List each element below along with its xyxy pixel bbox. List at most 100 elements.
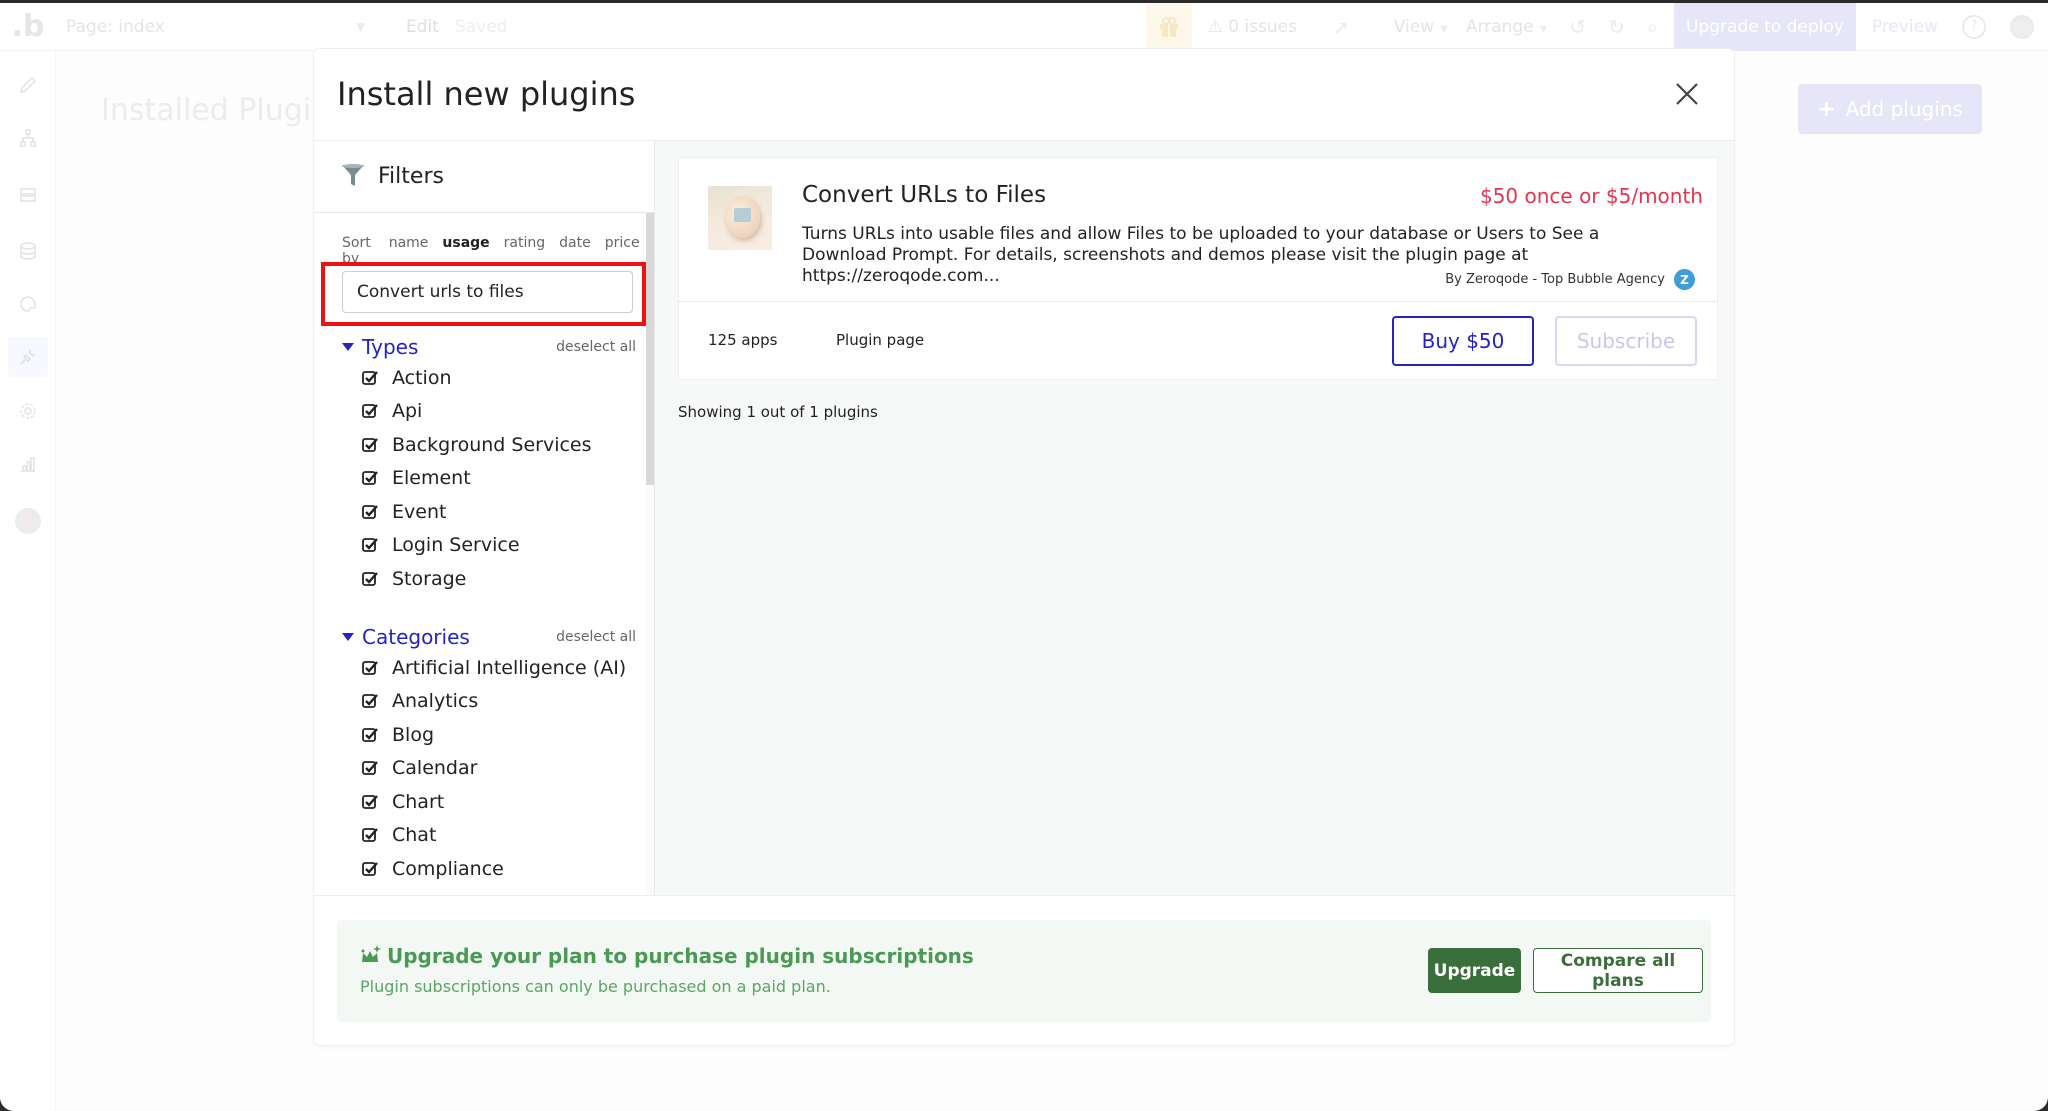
redo-icon[interactable]: ↻ [1608, 15, 1625, 39]
chevron-down-icon: ▼ [1440, 23, 1448, 35]
app-window: .b Page: index ▼ Edit Saved ⚠ 0 issues ➚… [0, 3, 2048, 1111]
cursor-icon[interactable]: ➚ [1333, 15, 1350, 39]
plugin-search-input[interactable] [342, 271, 633, 313]
sort-option-date[interactable]: date [559, 235, 591, 267]
filters-title: Filters [378, 164, 444, 189]
checkbox-checked-icon[interactable] [362, 370, 378, 386]
results-panel: Convert URLs to Files $50 once or $5/mon… [655, 141, 1734, 895]
sort-by-label: Sort by [342, 235, 371, 267]
plugin-page-link[interactable]: Plugin page [836, 331, 924, 349]
filter-option-label: Element [392, 467, 471, 490]
left-sidebar [0, 51, 56, 1111]
filters-body: Sort by name usage rating date price Typ… [314, 213, 646, 895]
types-group-header[interactable]: Types deselect all [342, 333, 636, 361]
checkbox-checked-icon[interactable] [362, 660, 378, 676]
filter-option[interactable]: Action [342, 361, 636, 395]
chevron-down-icon: ▼ [1539, 23, 1548, 35]
edit-menu[interactable]: Edit [406, 17, 439, 37]
close-icon[interactable] [1674, 81, 1700, 107]
checkbox-checked-icon[interactable] [362, 760, 378, 776]
filter-option-label: Chart [392, 790, 445, 813]
checkbox-checked-icon[interactable] [362, 571, 378, 587]
chevron-down-icon[interactable]: ▼ [356, 20, 396, 34]
filter-option[interactable]: Blog [342, 718, 636, 752]
checkbox-checked-icon[interactable] [362, 470, 378, 486]
checkbox-checked-icon[interactable] [362, 693, 378, 709]
avatar-icon[interactable] [8, 501, 48, 541]
filter-option[interactable]: Login Service [342, 529, 636, 563]
sort-option-usage[interactable]: usage [442, 235, 489, 267]
page-selector[interactable]: Page: index [56, 17, 356, 37]
categories-deselect-all-link[interactable]: deselect all [556, 629, 636, 645]
filter-option-label: Blog [392, 723, 434, 746]
filter-option-label: Compliance [392, 857, 504, 880]
upgrade-to-deploy-button[interactable]: Upgrade to deploy [1674, 3, 1856, 51]
filter-option[interactable]: Element [342, 462, 636, 496]
filter-option[interactable]: Artificial Intelligence (AI) [342, 651, 636, 685]
filter-option[interactable]: Analytics [342, 685, 636, 719]
filter-option[interactable]: Calendar [342, 752, 636, 786]
upgrade-banner-title: Upgrade your plan to purchase plugin sub… [387, 944, 974, 968]
bubble-logo[interactable]: .b [0, 9, 56, 44]
checkbox-checked-icon[interactable] [362, 537, 378, 553]
filter-option[interactable]: Chart [342, 785, 636, 819]
checkbox-checked-icon[interactable] [362, 827, 378, 843]
filter-option[interactable]: Event [342, 495, 636, 529]
checkbox-checked-icon[interactable] [362, 504, 378, 520]
pencil-icon[interactable] [8, 65, 48, 105]
palette-icon[interactable] [8, 284, 48, 324]
add-plugins-button[interactable]: + Add plugins [1798, 84, 1982, 134]
types-deselect-all-link[interactable]: deselect all [556, 339, 636, 355]
filter-option-label: Api [392, 400, 423, 423]
categories-group-header[interactable]: Categories deselect all [342, 623, 636, 651]
view-menu[interactable]: View ▼ [1394, 17, 1448, 37]
filter-option[interactable]: Api [342, 395, 636, 429]
checkbox-checked-icon[interactable] [362, 727, 378, 743]
workflow-icon[interactable] [8, 118, 48, 158]
gift-icon[interactable] [1145, 3, 1192, 51]
checkbox-checked-icon[interactable] [362, 437, 378, 453]
filter-option[interactable]: Background Services [342, 428, 636, 462]
types-group-title[interactable]: Types [362, 335, 556, 359]
modal-title: Install new plugins [337, 75, 636, 113]
data-types-icon[interactable] [8, 175, 48, 215]
logs-chart-icon[interactable] [8, 444, 48, 484]
subscribe-button[interactable]: Subscribe [1555, 316, 1697, 366]
plugin-card: Convert URLs to Files $50 once or $5/mon… [678, 157, 1718, 380]
sort-option-rating[interactable]: rating [504, 235, 545, 267]
categories-group-title[interactable]: Categories [362, 625, 556, 649]
caret-down-icon[interactable] [342, 633, 354, 641]
apps-count: 125 apps [708, 331, 778, 349]
undo-icon[interactable]: ↺ [1569, 15, 1586, 39]
crown-sparkle-icon [360, 944, 382, 966]
types-filter-group: Types deselect all Action Api Background S… [342, 333, 636, 596]
checkbox-checked-icon[interactable] [362, 794, 378, 810]
filter-option-label: Login Service [392, 534, 520, 557]
filter-option[interactable]: Compliance [342, 852, 636, 886]
plugin-icon[interactable] [8, 337, 48, 377]
buy-button[interactable]: Buy $50 [1392, 316, 1534, 366]
issues-indicator[interactable]: ⚠ 0 issues [1208, 17, 1297, 37]
user-avatar-icon[interactable] [2010, 14, 2034, 39]
search-icon[interactable]: ⌕ [1647, 15, 1658, 39]
filter-option[interactable]: Storage [342, 562, 636, 596]
filter-option[interactable]: Chat [342, 819, 636, 853]
sort-option-name[interactable]: name [389, 235, 429, 267]
preview-button[interactable]: Preview [1872, 17, 1938, 37]
help-icon[interactable]: ? [1962, 14, 1986, 39]
plugin-name[interactable]: Convert URLs to Files [802, 182, 1046, 208]
plugin-card-actions: 125 apps Plugin page Buy $50 Subscribe [679, 303, 1717, 381]
upgrade-button[interactable]: Upgrade [1428, 948, 1521, 993]
caret-down-icon[interactable] [342, 343, 354, 351]
arrange-menu[interactable]: Arrange ▼ [1466, 17, 1547, 37]
gear-icon[interactable] [8, 391, 48, 431]
sort-by-row: Sort by name usage rating date price [342, 235, 654, 267]
checkbox-checked-icon[interactable] [362, 403, 378, 419]
checkbox-checked-icon[interactable] [362, 861, 378, 877]
compare-plans-button[interactable]: Compare all plans [1533, 948, 1703, 993]
plugin-card-info: Convert URLs to Files $50 once or $5/mon… [679, 158, 1717, 302]
results-count: Showing 1 out of 1 plugins [678, 403, 878, 421]
filter-option-label: Action [392, 366, 452, 389]
database-icon[interactable] [8, 231, 48, 271]
sort-option-price[interactable]: price [605, 235, 640, 267]
